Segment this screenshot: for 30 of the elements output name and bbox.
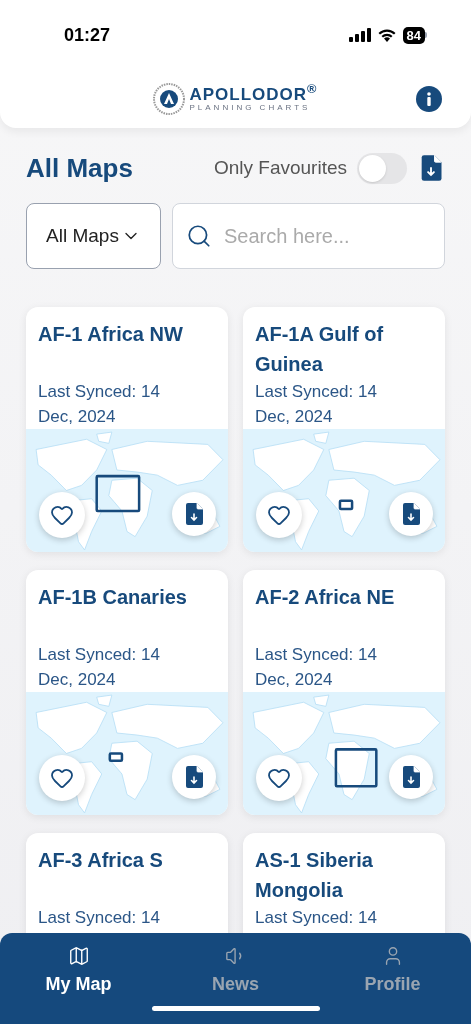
- map-card[interactable]: AF-3 Africa S Last Synced: 14: [26, 833, 228, 933]
- nav-tab[interactable]: Profile: [337, 945, 448, 998]
- map-card[interactable]: AF-1A Gulf of Guinea Last Synced: 14 Dec, 2024: [243, 307, 445, 552]
- map-title: AF-3 Africa S: [38, 848, 164, 873]
- map-title: AF-1 Africa NW: [38, 322, 184, 347]
- favourites-label: Only Favourites: [213, 155, 347, 180]
- sync-date: Last Synced: 14 Dec, 2024: [255, 381, 378, 428]
- search-field[interactable]: Search here...: [172, 203, 445, 269]
- page-title: All Maps: [26, 151, 133, 185]
- logo-name: APOLLODOR$^{®}$: [189, 85, 318, 103]
- map-title: AS-1 Siberia Mongolia: [255, 848, 374, 903]
- nav-tab[interactable]: My Map: [23, 945, 134, 998]
- nav-tab[interactable]: News: [180, 945, 291, 998]
- map-title: AF-1A Gulf of Guinea: [255, 322, 385, 377]
- map-title: AF-1B Canaries: [38, 585, 188, 610]
- map-card[interactable]: AF-2 Africa NE Last Synced: 14 Dec, 2024: [243, 570, 445, 815]
- search-input: Search here...: [224, 221, 431, 251]
- map-card[interactable]: AF-1 Africa NW Last Synced: 14 Dec, 2024: [26, 307, 228, 552]
- sync-date: Last Synced: 14 Dec, 2024: [255, 644, 378, 691]
- battery-level: 84: [402, 26, 425, 44]
- filter-dropdown[interactable]: All Maps: [26, 203, 161, 269]
- status-time: 01:27: [64, 23, 111, 47]
- map-title: AF-2 Africa NE: [255, 585, 396, 610]
- sync-date: Last Synced: 14: [255, 907, 378, 929]
- map-card[interactable]: AF-1B Canaries Last Synced: 14 Dec, 2024: [26, 570, 228, 815]
- sync-date: Last Synced: 14 Dec, 2024: [38, 381, 161, 428]
- logo-tagline: PLANNING CHARTS: [189, 102, 312, 113]
- map-card[interactable]: AS-1 Siberia Mongolia Last Synced: 14: [243, 833, 445, 933]
- sync-date: Last Synced: 14: [38, 907, 161, 929]
- sync-date: Last Synced: 14 Dec, 2024: [38, 644, 161, 691]
